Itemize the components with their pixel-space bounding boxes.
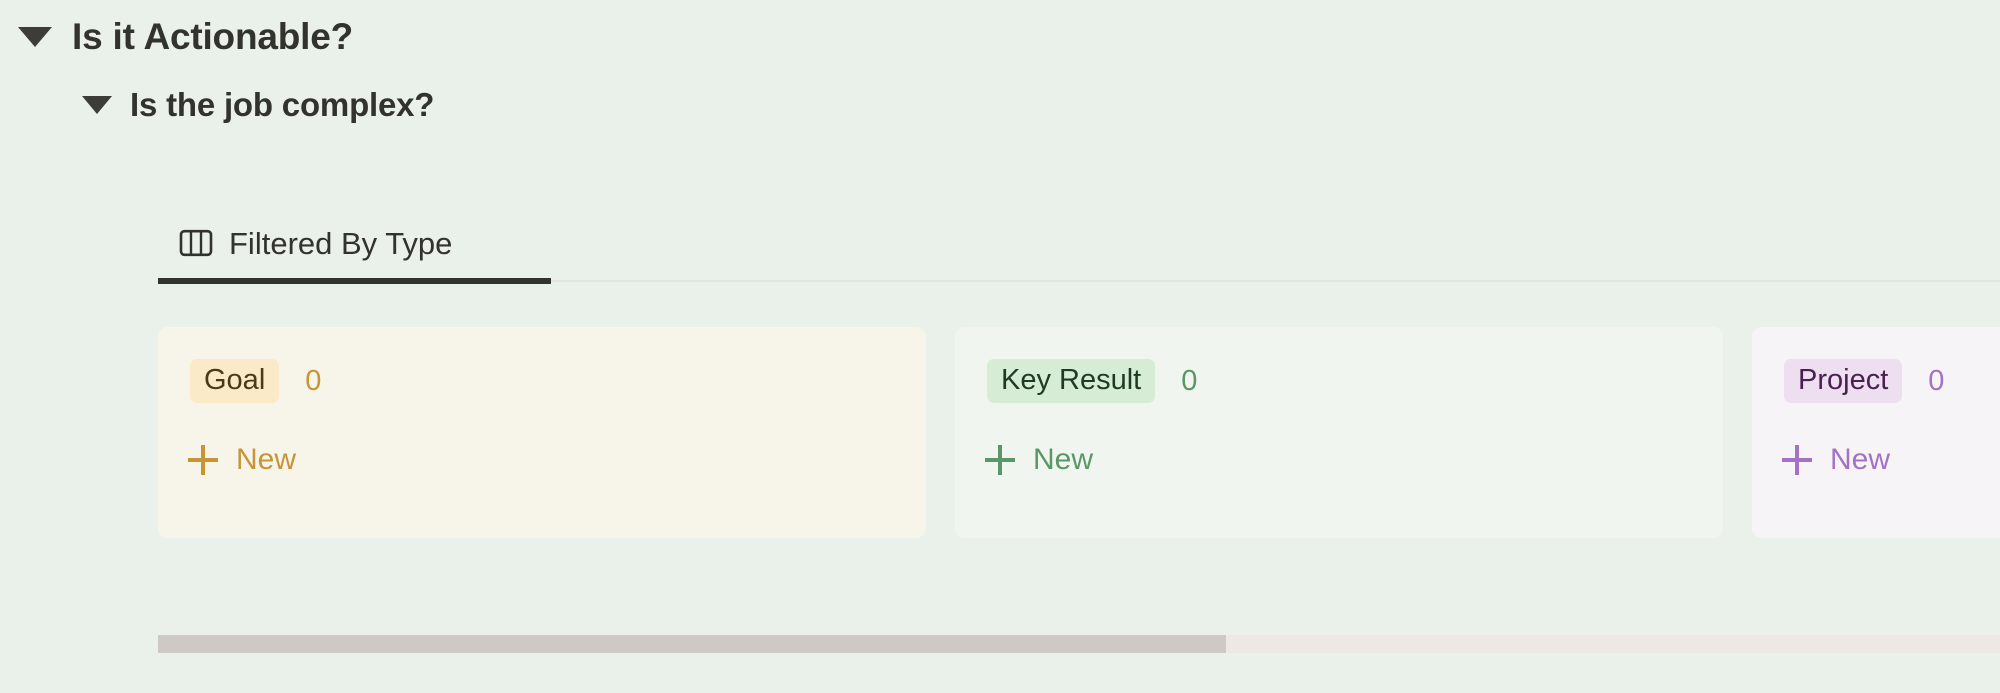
add-new-key-result-button[interactable]: New [985, 445, 1093, 475]
status-badge[interactable]: Project [1784, 359, 1903, 404]
board-column-key-result[interactable]: Key Result 0 New [955, 327, 1723, 538]
board-column-goal-header: Goal 0 [190, 359, 322, 404]
outline-heading-level2[interactable]: Is the job complex? [82, 88, 434, 121]
board-columns-container: Goal 0 New Key Result 0 New Project 0 Ne… [158, 327, 2000, 538]
outline-heading-level1-label: Is it Actionable? [72, 16, 353, 57]
board-column-goal-count: 0 [305, 364, 322, 397]
horizontal-scrollbar-thumb[interactable] [158, 635, 1227, 653]
tab-filtered-by-type-label: Filtered By Type [229, 225, 453, 261]
caret-down-icon[interactable] [82, 95, 112, 114]
status-badge[interactable]: Key Result [987, 359, 1156, 404]
board-column-project-header: Project 0 [1784, 359, 1945, 404]
caret-down-icon[interactable] [18, 26, 52, 47]
add-new-goal-button[interactable]: New [188, 445, 296, 475]
tab-active-underline [158, 278, 551, 284]
outline-heading-level1[interactable]: Is it Actionable? [18, 18, 353, 55]
tab-filtered-by-type[interactable]: Filtered By Type [158, 208, 474, 278]
board-columns-icon [179, 229, 213, 257]
board-column-key-result-header: Key Result 0 [987, 359, 1198, 404]
outline-heading-level2-label: Is the job complex? [130, 86, 435, 123]
plus-icon [188, 445, 218, 475]
add-new-goal-label: New [236, 443, 297, 476]
board-column-goal[interactable]: Goal 0 New [158, 327, 926, 538]
add-new-project-button[interactable]: New [1782, 445, 1890, 475]
tab-bar-divider [551, 280, 2000, 282]
board-column-project[interactable]: Project 0 New [1752, 327, 2000, 538]
tab-bar: Filtered By Type [158, 208, 2000, 298]
add-new-key-result-label: New [1033, 443, 1094, 476]
board-column-project-count: 0 [1928, 364, 1945, 397]
plus-icon [985, 445, 1015, 475]
horizontal-scrollbar-track[interactable] [158, 635, 2000, 653]
plus-icon [1782, 445, 1812, 475]
board-column-key-result-count: 0 [1181, 364, 1198, 397]
add-new-project-label: New [1830, 443, 1891, 476]
status-badge[interactable]: Goal [190, 359, 280, 404]
